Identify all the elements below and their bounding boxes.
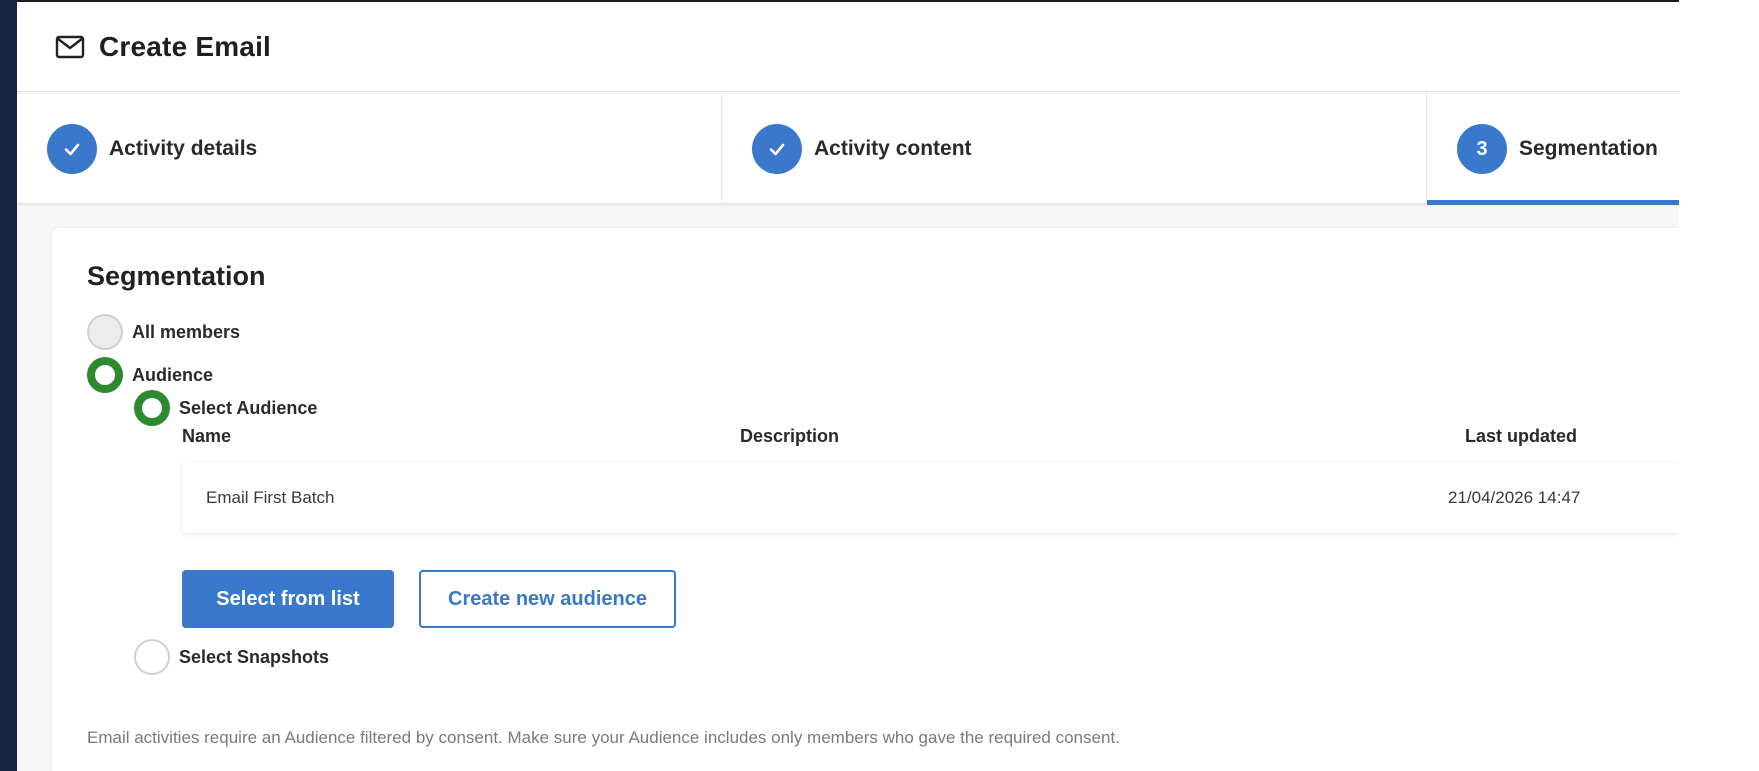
segmentation-card: Segmentation All members Audience Select… <box>52 228 1679 771</box>
column-header-name: Name <box>182 426 232 446</box>
section-title: Segmentation <box>87 261 266 291</box>
radio-label-audience: Audience <box>132 365 214 385</box>
screen: Create Email Activity details Activity c… <box>0 0 1759 771</box>
page-title: Create Email <box>99 30 272 62</box>
page-header: Create Email <box>17 2 1679 92</box>
app-content: Create Email Activity details Activity c… <box>17 2 1679 771</box>
radio-label-select-audience: Select Audience <box>179 398 318 418</box>
step-label: Segmentation <box>1519 137 1658 160</box>
check-icon <box>64 143 80 156</box>
stepper: Activity details Activity content 3 Segm… <box>17 94 1679 205</box>
step-activity-details[interactable]: Activity details <box>17 94 722 204</box>
radio-select-audience[interactable] <box>134 390 170 426</box>
step-complete-badge <box>752 124 802 174</box>
step-label: Activity content <box>814 137 972 160</box>
radio-label-select-snapshots: Select Snapshots <box>179 647 330 667</box>
select-from-list-button[interactable]: Select from list <box>182 570 394 628</box>
step-activity-content[interactable]: Activity content <box>722 94 1427 204</box>
step-label: Activity details <box>109 137 258 160</box>
create-new-audience-button[interactable]: Create new audience <box>419 570 676 628</box>
step-number-badge: 3 <box>1457 124 1507 174</box>
cell-name: Email First Batch <box>206 488 335 507</box>
radio-audience[interactable] <box>87 357 123 393</box>
column-header-description: Description <box>740 426 840 446</box>
table-row[interactable]: Email First Batch 21/04/2026 14:47 <box>182 463 1679 533</box>
radio-all-members[interactable] <box>87 314 123 350</box>
check-icon <box>769 143 785 156</box>
step-complete-badge <box>47 124 97 174</box>
radio-label-all-members: All members <box>132 322 241 342</box>
mail-icon <box>55 31 87 63</box>
consent-note: Email activities require an Audience fil… <box>87 728 1120 747</box>
radio-select-snapshots[interactable] <box>134 639 170 675</box>
column-header-last-updated: Last updated <box>1465 426 1578 446</box>
cell-last-updated: 21/04/2026 14:47 <box>1448 488 1581 507</box>
step-segmentation[interactable]: 3 Segmentation <box>1427 94 1679 205</box>
left-sidebar-strip <box>0 0 17 771</box>
